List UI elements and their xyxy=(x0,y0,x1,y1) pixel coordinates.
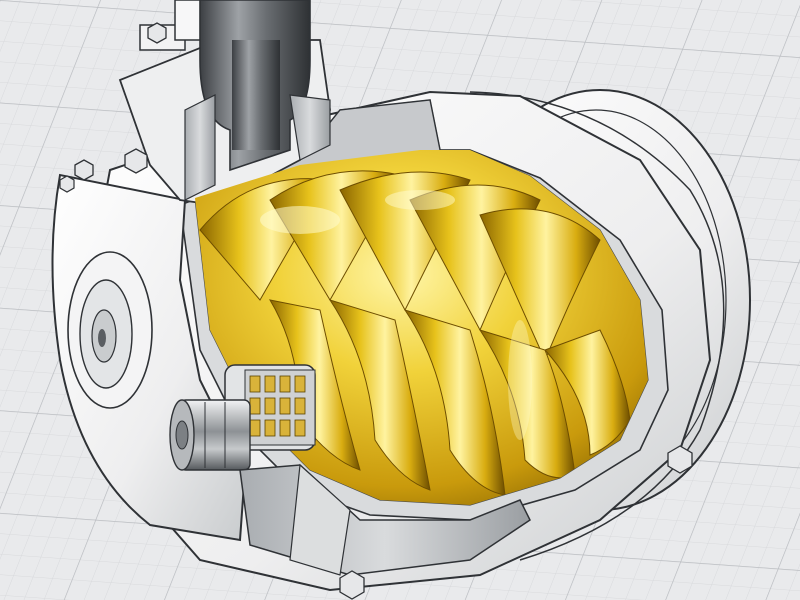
roller-bearing xyxy=(244,369,316,446)
bolt-head-icon xyxy=(59,175,75,193)
drive-shaft xyxy=(169,399,251,471)
bolt-head-icon xyxy=(74,159,94,181)
compressor-illustration xyxy=(0,0,800,600)
bolt-head-icon xyxy=(147,22,167,44)
bolt-head-icon xyxy=(339,570,365,600)
bolt-head-icon xyxy=(124,148,148,174)
